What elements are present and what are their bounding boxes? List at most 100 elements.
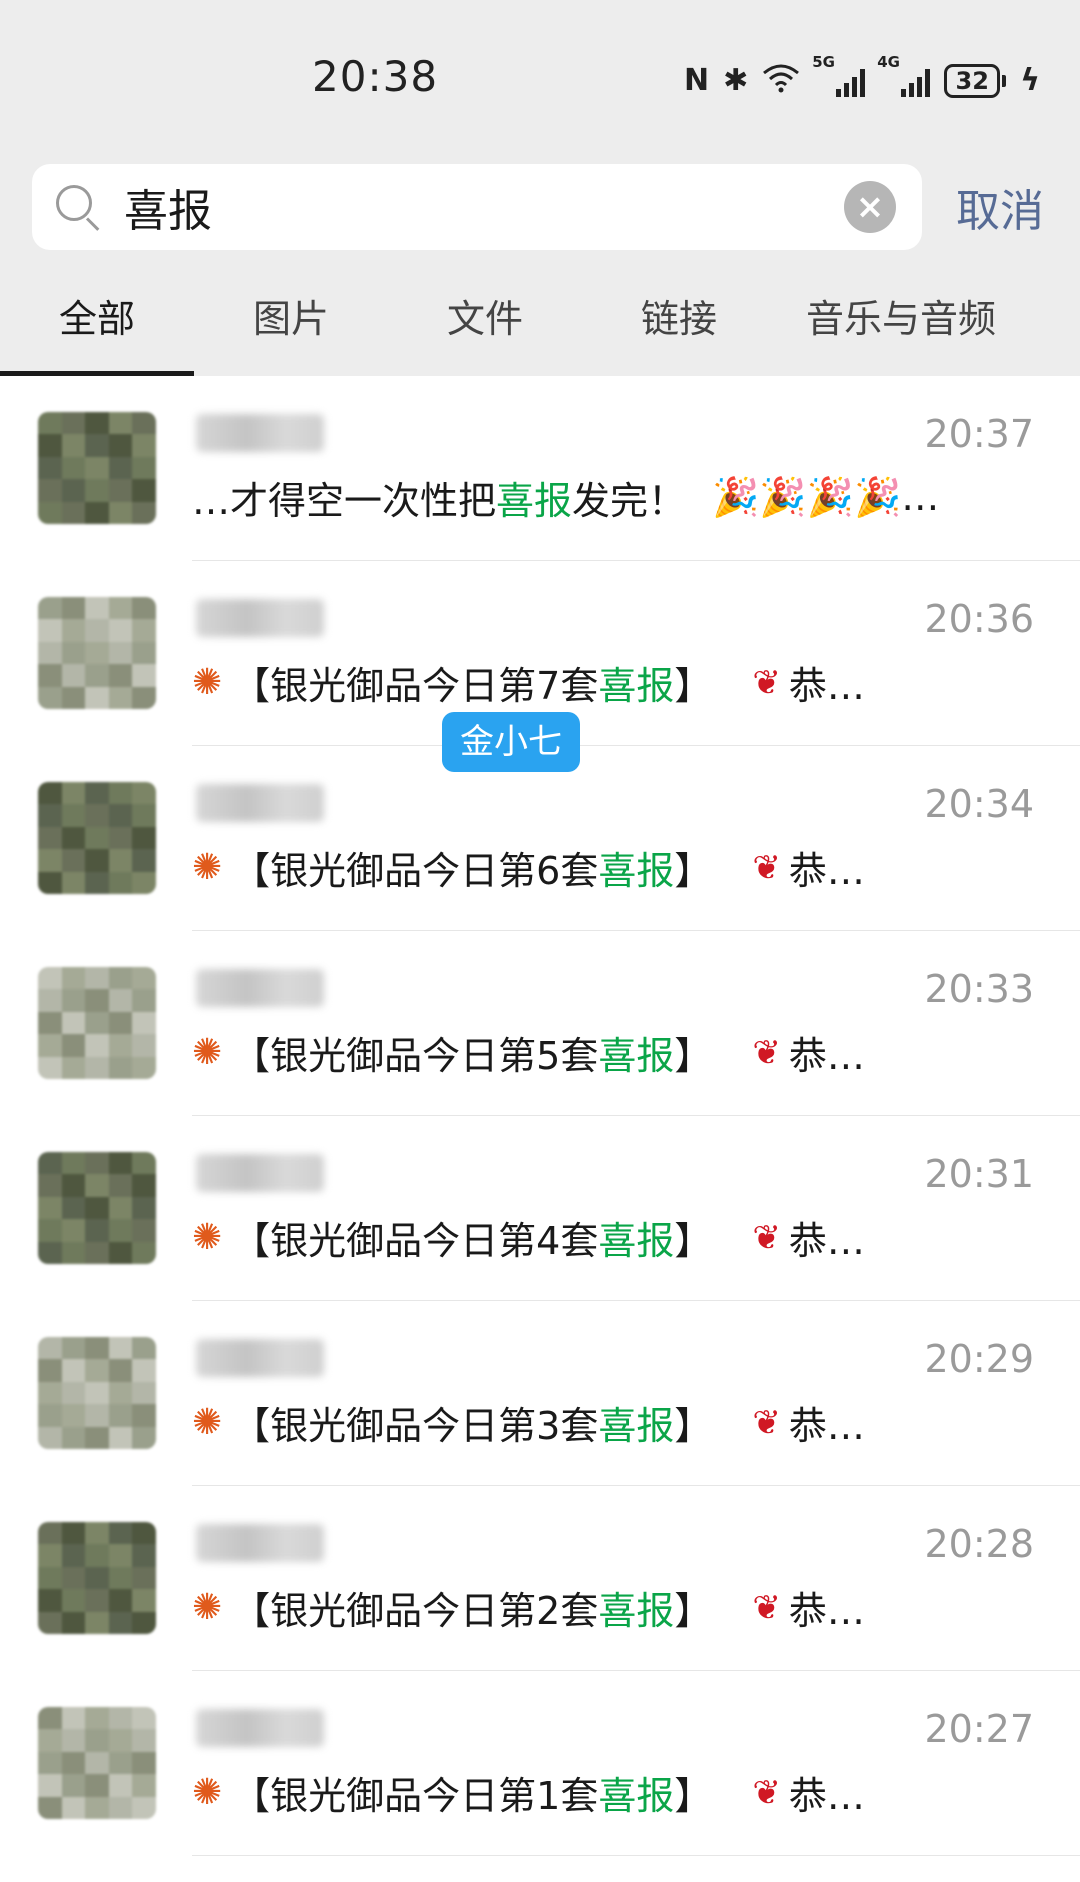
avatar-pixel: [108, 1426, 133, 1449]
tab-images[interactable]: 图片: [194, 272, 388, 376]
avatar-pixel: [61, 1152, 86, 1175]
avatar-pixel: [61, 1729, 86, 1752]
sender-name-blurred: [196, 599, 324, 637]
avatar-pixel: [85, 1034, 109, 1057]
rose-icon: ❦: [752, 1217, 781, 1258]
avatar-pixel: [132, 1589, 156, 1612]
avatar-pixel: [132, 989, 156, 1012]
result-row[interactable]: 20:31 ✺ 【银光御品今日第4套 喜报 】 ❦ 恭…: [0, 1116, 1080, 1301]
keyword-highlight: 喜报: [598, 1774, 675, 1818]
avatar-pixel: [38, 1381, 62, 1405]
result-row[interactable]: 20:37 …才得空一次性把 喜报 发完！ 🎉🎉🎉🎉…: [0, 376, 1080, 561]
avatar-pixel: [85, 1241, 109, 1264]
message-tail: 恭…: [788, 1589, 865, 1633]
avatar-pixel: [38, 1729, 62, 1752]
keyword-highlight: 喜报: [598, 1589, 675, 1633]
avatar-pixel: [85, 1774, 109, 1797]
avatar-pixel: [38, 1359, 62, 1382]
avatar-pixel: [38, 826, 62, 850]
avatar-pixel: [61, 1566, 86, 1590]
avatar-pixel: [38, 804, 62, 827]
avatar-pixel: [108, 619, 133, 642]
battery-tip: [1002, 75, 1007, 87]
avatar-pixel: [108, 804, 133, 827]
search-input[interactable]: [122, 180, 844, 234]
result-row[interactable]: 20:34 ✺ 【银光御品今日第6套 喜报 】 ❦ 恭…: [0, 746, 1080, 931]
sender-name-blurred: [196, 784, 324, 822]
avatar-pixel: [85, 804, 109, 827]
message-text: 】: [674, 664, 713, 708]
avatar: [38, 1152, 156, 1264]
firework-icon: ✺: [192, 1217, 223, 1258]
firework-icon: ✺: [192, 847, 223, 888]
tab-links[interactable]: 链接: [582, 272, 776, 376]
avatar-pixel: [85, 1589, 109, 1612]
result-row[interactable]: 20:29 ✺ 【银光御品今日第3套 喜报 】 ❦ 恭…: [0, 1301, 1080, 1486]
avatar-pixel: [38, 1152, 62, 1175]
avatar-pixel: [85, 1796, 109, 1819]
message-text: 】: [674, 1219, 713, 1263]
avatar-pixel: [85, 1611, 109, 1634]
status-bar: 20:38 N ✱ 5G 4G 32 ϟ: [0, 0, 1080, 160]
message-preview: ✺ 【银光御品今日第3套 喜报 】 ❦ 恭…: [192, 1395, 865, 1450]
avatar-pixel: [85, 1566, 109, 1590]
avatar-pixel: [108, 1241, 133, 1264]
avatar-pixel: [38, 782, 62, 805]
avatar-pixel: [132, 1381, 156, 1405]
avatar-pixel: [85, 1381, 109, 1405]
result-row[interactable]: 20:33 ✺ 【银光御品今日第5套 喜报 】 ❦ 恭…: [0, 931, 1080, 1116]
message-preview: ✺ 【银光御品今日第1套 喜报 】 ❦ 恭…: [192, 1765, 865, 1820]
avatar-pixel: [108, 456, 133, 480]
rose-icon: ❦: [752, 1772, 781, 1813]
tab-all[interactable]: 全部: [0, 272, 194, 376]
avatar-pixel: [132, 619, 156, 642]
message-text: 】: [674, 1774, 713, 1818]
search-box[interactable]: ×: [32, 164, 922, 250]
avatar-pixel: [108, 1566, 133, 1590]
avatar-pixel: [108, 1056, 133, 1079]
avatar-pixel: [108, 1774, 133, 1797]
avatar-pixel: [85, 989, 109, 1012]
message-time: 20:34: [924, 782, 1034, 826]
sender-name-blurred: [196, 1709, 324, 1747]
avatar-pixel: [108, 501, 133, 524]
name-tooltip: 金小七: [442, 712, 580, 772]
avatar-pixel: [85, 967, 109, 990]
bluetooth-icon: ✱: [723, 63, 749, 98]
signal-5g-icon: 5G: [812, 53, 866, 97]
avatar-pixel: [85, 686, 109, 709]
tab-files[interactable]: 文件: [388, 272, 582, 376]
avatar-pixel: [132, 1544, 156, 1567]
avatar-pixel: [61, 1196, 86, 1220]
avatar-pixel: [61, 1011, 86, 1035]
result-row[interactable]: 20:27 ✺ 【银光御品今日第1套 喜报 】 ❦ 恭…: [0, 1671, 1080, 1856]
message-preview: ✺ 【银光御品今日第2套 喜报 】 ❦ 恭…: [192, 1580, 865, 1635]
avatar-pixel: [38, 434, 62, 457]
cancel-button[interactable]: 取消: [956, 175, 1044, 239]
message-text: 发完！: [572, 479, 687, 523]
avatar-pixel: [85, 479, 109, 502]
avatar-pixel: [61, 1707, 86, 1730]
clear-icon[interactable]: ×: [844, 181, 896, 233]
avatar-pixel: [132, 434, 156, 457]
firework-icon: ✺: [192, 662, 223, 703]
result-row[interactable]: 20:28 ✺ 【银光御品今日第2套 喜报 】 ❦ 恭…: [0, 1486, 1080, 1671]
avatar-pixel: [132, 1219, 156, 1242]
avatar-pixel: [38, 1174, 62, 1197]
message-time: 20:33: [924, 967, 1034, 1011]
tab-music-audio[interactable]: 音乐与音频: [776, 272, 1026, 376]
avatar-pixel: [61, 1337, 86, 1360]
avatar-pixel: [132, 1522, 156, 1545]
avatar-pixel: [38, 597, 62, 620]
avatar-pixel: [38, 619, 62, 642]
search-icon: [52, 181, 104, 233]
avatar-pixel: [61, 1589, 86, 1612]
avatar-pixel: [108, 1589, 133, 1612]
avatar: [38, 1337, 156, 1449]
message-text: 【银光御品今日第6套: [232, 849, 599, 893]
avatar-pixel: [132, 1611, 156, 1634]
avatar-pixel: [61, 1426, 86, 1449]
avatar-pixel: [38, 1751, 62, 1775]
signal-4g-icon: 4G: [877, 53, 931, 97]
avatar-pixel: [38, 1566, 62, 1590]
